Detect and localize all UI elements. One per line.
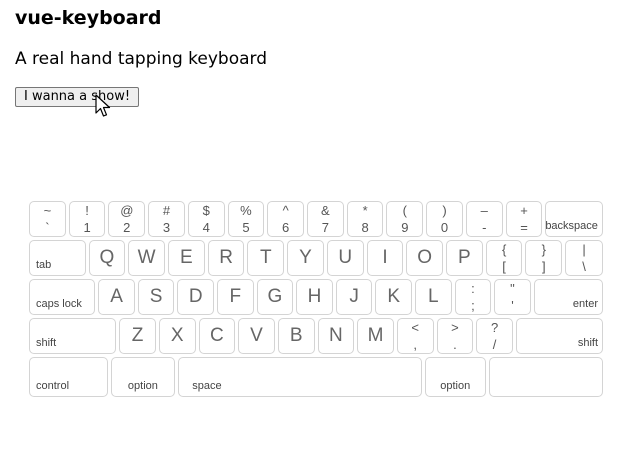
keyboard-row-modifiers: control option space option	[29, 357, 603, 397]
key-0[interactable]: ) 0	[426, 201, 463, 237]
key-2[interactable]: @2	[108, 201, 146, 237]
page-subtitle: A real hand tapping keyboard	[15, 49, 268, 69]
key-blank[interactable]	[488, 357, 603, 397]
key-minus[interactable]: – -	[465, 201, 503, 237]
keyboard-row-qwerty: tab Q W E R T Y U I O P {[ }] | \	[29, 240, 603, 276]
key-g[interactable]: G	[256, 279, 294, 315]
key-caps-lock[interactable]: caps lock	[29, 279, 96, 315]
key-m[interactable]: M	[357, 318, 394, 354]
key-l[interactable]: L	[415, 279, 452, 315]
key-backtick[interactable]: ~ `	[29, 201, 66, 237]
key-y[interactable]: Y	[287, 240, 324, 276]
key-b[interactable]: B	[277, 318, 315, 354]
key-quote[interactable]: " '	[494, 279, 531, 315]
key-p[interactable]: P	[446, 240, 483, 276]
key-enter[interactable]: enter	[533, 279, 603, 315]
key-h[interactable]: H	[296, 279, 333, 315]
key-semicolon[interactable]: :;	[454, 279, 492, 315]
key-slash[interactable]: ? /	[476, 318, 513, 354]
key-x[interactable]: X	[158, 318, 196, 354]
key-shift-right[interactable]: shift	[515, 318, 604, 354]
key-control[interactable]: control	[29, 357, 108, 397]
key-a[interactable]: A	[98, 279, 135, 315]
key-6[interactable]: ^ 6	[267, 201, 305, 237]
key-j[interactable]: J	[335, 279, 373, 315]
keyboard-row-bottom-letters: shift Z X C V B N M <, >. ? / shift	[29, 318, 604, 354]
key-z[interactable]: Z	[119, 318, 156, 354]
keyboard-row-numbers: ~ ` ! 1 @2 #3 $4 % 5 ^ 6 & 7 * 8 (9 ) 0 – - + = b…	[29, 201, 603, 237]
key-option-left[interactable]: option	[110, 357, 176, 397]
key-5[interactable]: % 5	[227, 201, 265, 237]
key-4[interactable]: $4	[187, 201, 225, 237]
key-option-right[interactable]: option	[424, 357, 486, 397]
show-button[interactable]: I wanna a show!	[15, 87, 140, 107]
key-backspace[interactable]: backspace	[545, 201, 603, 237]
key-equals[interactable]: + =	[505, 201, 543, 237]
key-k[interactable]: K	[375, 279, 412, 315]
key-space[interactable]: space	[178, 357, 422, 397]
keyboard: ~ ` ! 1 @2 #3 $4 % 5 ^ 6 & 7 * 8 (9 ) 0 – - + = b…	[29, 201, 604, 400]
key-c[interactable]: C	[198, 318, 236, 354]
key-v[interactable]: V	[238, 318, 275, 354]
key-comma[interactable]: <,	[396, 318, 434, 354]
key-tab[interactable]: tab	[29, 240, 86, 276]
page-title: vue-keyboard	[15, 7, 162, 29]
key-shift-left[interactable]: shift	[29, 318, 117, 354]
key-1[interactable]: ! 1	[68, 201, 106, 237]
key-3[interactable]: #3	[148, 201, 185, 237]
key-w[interactable]: W	[128, 240, 165, 276]
key-i[interactable]: I	[366, 240, 404, 276]
keyboard-row-home: caps lock A S D F G H J K L :; " ' enter	[29, 279, 603, 315]
key-n[interactable]: N	[317, 318, 355, 354]
key-q[interactable]: Q	[88, 240, 126, 276]
key-backslash[interactable]: | \	[565, 240, 603, 276]
key-close-bracket[interactable]: }]	[525, 240, 563, 276]
key-o[interactable]: O	[406, 240, 444, 276]
key-open-bracket[interactable]: {[	[485, 240, 523, 276]
key-s[interactable]: S	[137, 279, 175, 315]
key-e[interactable]: E	[168, 240, 205, 276]
key-period[interactable]: >.	[436, 318, 474, 354]
key-f[interactable]: F	[217, 279, 254, 315]
key-d[interactable]: D	[177, 279, 215, 315]
key-t[interactable]: T	[247, 240, 285, 276]
key-u[interactable]: U	[326, 240, 364, 276]
key-8[interactable]: * 8	[346, 201, 384, 237]
key-9[interactable]: (9	[386, 201, 424, 237]
key-r[interactable]: R	[207, 240, 245, 276]
key-7[interactable]: & 7	[307, 201, 344, 237]
